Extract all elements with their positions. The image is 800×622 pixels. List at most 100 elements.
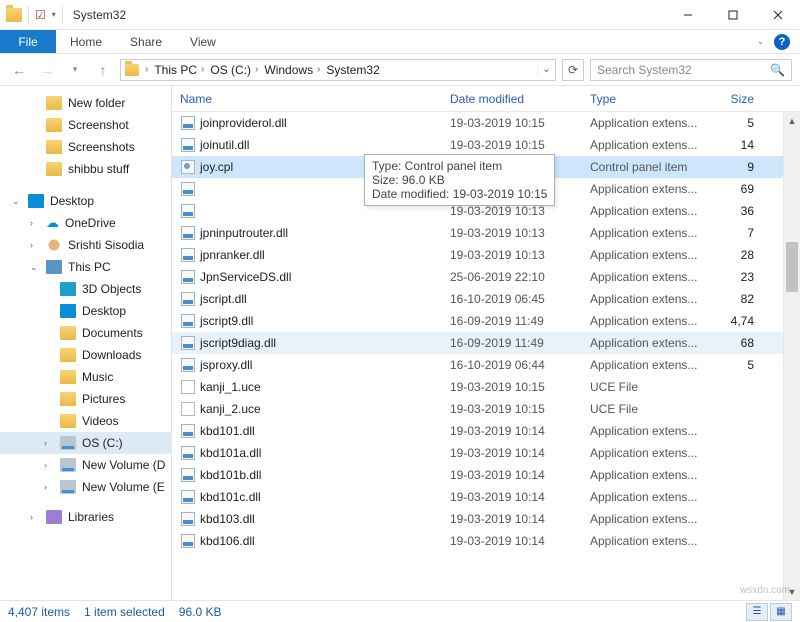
file-row[interactable]: kbd101b.dll19-03-2019 10:14Application e… xyxy=(172,464,800,486)
watermark: wsxdn.com xyxy=(740,585,790,596)
expand-icon[interactable]: › xyxy=(30,240,40,250)
view-thumbnails-button[interactable]: ▦ xyxy=(770,603,792,621)
file-name: kanji_1.uce xyxy=(200,380,261,394)
scroll-up-icon[interactable]: ▲ xyxy=(784,112,800,129)
tree-item[interactable]: ›☁OneDrive xyxy=(0,212,171,234)
file-size: 36 xyxy=(710,204,762,218)
file-size: 7 xyxy=(710,226,762,240)
column-header-name[interactable]: Name xyxy=(172,86,442,111)
file-row[interactable]: kbd101a.dll19-03-2019 10:14Application e… xyxy=(172,442,800,464)
scrollbar-thumb[interactable] xyxy=(786,242,798,292)
navigation-tree[interactable]: New folderScreenshotScreenshotsshibbu st… xyxy=(0,86,172,600)
file-size: 5 xyxy=(710,358,762,372)
check-icon[interactable]: ☑ xyxy=(35,8,46,22)
search-field[interactable] xyxy=(595,62,787,78)
address-dropdown-icon[interactable]: ⌄ xyxy=(537,64,555,75)
tree-item[interactable]: ›Libraries xyxy=(0,506,171,528)
file-type: Application extens... xyxy=(582,336,710,350)
ico-disk-icon xyxy=(60,436,76,450)
tree-item[interactable]: Documents xyxy=(0,322,171,344)
column-header-type[interactable]: Type xyxy=(582,86,710,111)
column-header-size[interactable]: Size xyxy=(710,86,762,111)
ico-user-icon xyxy=(46,238,62,252)
help-icon[interactable]: ? xyxy=(774,34,790,50)
tab-view[interactable]: View xyxy=(176,30,230,53)
file-row[interactable]: jscript9diag.dll16-09-2019 11:49Applicat… xyxy=(172,332,800,354)
file-row[interactable]: jpninputrouter.dll19-03-2019 10:13Applic… xyxy=(172,222,800,244)
minimize-button[interactable] xyxy=(665,0,710,30)
tree-item[interactable]: New folder xyxy=(0,92,171,114)
tree-item[interactable]: Desktop xyxy=(0,300,171,322)
address-bar[interactable]: › This PC› OS (C:)› Windows› System32 ⌄ xyxy=(120,59,556,81)
file-type: Application extens... xyxy=(582,292,710,306)
ico-folder-icon xyxy=(60,348,76,362)
file-type: Application extens... xyxy=(582,490,710,504)
refresh-button[interactable]: ⟳ xyxy=(562,59,584,81)
search-input[interactable]: 🔍 xyxy=(590,59,792,81)
recent-locations-button[interactable]: ▾ xyxy=(64,59,86,81)
breadcrumb[interactable]: This PC xyxy=(154,63,197,77)
file-row[interactable]: kanji_2.uce19-03-2019 10:15UCE File xyxy=(172,398,800,420)
view-details-button[interactable]: ☰ xyxy=(746,603,768,621)
file-row[interactable]: JpnServiceDS.dll25-06-2019 22:10Applicat… xyxy=(172,266,800,288)
file-row[interactable]: jscript.dll16-10-2019 06:45Application e… xyxy=(172,288,800,310)
tree-item[interactable]: ›New Volume (E xyxy=(0,476,171,498)
tab-home[interactable]: Home xyxy=(56,30,116,53)
file-type: Application extens... xyxy=(582,446,710,460)
maximize-button[interactable] xyxy=(710,0,755,30)
file-row[interactable]: kbd103.dll19-03-2019 10:14Application ex… xyxy=(172,508,800,530)
tree-item[interactable]: ›New Volume (D xyxy=(0,454,171,476)
file-row[interactable]: jpnranker.dll19-03-2019 10:13Application… xyxy=(172,244,800,266)
forward-button[interactable]: → xyxy=(36,59,58,81)
tree-item[interactable]: ⌄Desktop xyxy=(0,190,171,212)
breadcrumb[interactable]: OS (C:) xyxy=(210,63,251,77)
ribbon-collapse-icon[interactable]: ⌄ xyxy=(757,37,764,46)
tree-item[interactable]: Videos xyxy=(0,410,171,432)
close-button[interactable] xyxy=(755,0,800,30)
tree-item[interactable]: Screenshots xyxy=(0,136,171,158)
file-row[interactable]: jscript9.dll16-09-2019 11:49Application … xyxy=(172,310,800,332)
breadcrumb[interactable]: System32 xyxy=(326,63,379,77)
file-size: 68 xyxy=(710,336,762,350)
dll-file-icon xyxy=(181,116,195,130)
file-row[interactable]: kbd106.dll19-03-2019 10:14Application ex… xyxy=(172,530,800,552)
tab-share[interactable]: Share xyxy=(116,30,176,53)
tree-item[interactable]: Music xyxy=(0,366,171,388)
tree-item[interactable]: 3D Objects xyxy=(0,278,171,300)
file-type: Application extens... xyxy=(582,512,710,526)
file-row[interactable]: kbd101c.dll19-03-2019 10:14Application e… xyxy=(172,486,800,508)
expand-icon[interactable]: ⌄ xyxy=(30,262,40,273)
tree-item[interactable]: shibbu stuff xyxy=(0,158,171,180)
file-size: 5 xyxy=(710,116,762,130)
file-type: Application extens... xyxy=(582,116,710,130)
expand-icon[interactable]: › xyxy=(30,512,40,522)
breadcrumb[interactable]: Windows xyxy=(264,63,313,77)
back-button[interactable]: ← xyxy=(8,59,30,81)
tree-item[interactable]: ›OS (C:) xyxy=(0,432,171,454)
file-date: 19-03-2019 10:13 xyxy=(442,204,582,218)
expand-icon[interactable]: › xyxy=(30,218,40,228)
tree-item[interactable]: Downloads xyxy=(0,344,171,366)
up-button[interactable]: ↑ xyxy=(92,59,114,81)
tree-item[interactable]: ⌄This PC xyxy=(0,256,171,278)
cpl-file-icon xyxy=(181,160,195,174)
file-name: joinproviderol.dll xyxy=(200,116,287,130)
file-row[interactable]: joinutil.dll19-03-2019 10:15Application … xyxy=(172,134,800,156)
tree-item[interactable]: ›Srishti Sisodia xyxy=(0,234,171,256)
qat-dropdown-icon[interactable]: ▾ xyxy=(52,10,56,19)
expand-icon[interactable]: › xyxy=(44,482,54,492)
file-row[interactable]: kanji_1.uce19-03-2019 10:15UCE File xyxy=(172,376,800,398)
file-row[interactable]: jsproxy.dll16-10-2019 06:44Application e… xyxy=(172,354,800,376)
tree-item[interactable]: Pictures xyxy=(0,388,171,410)
expand-icon[interactable]: › xyxy=(44,460,54,470)
status-item-count: 4,407 items xyxy=(8,605,70,619)
file-menu-button[interactable]: File xyxy=(0,30,56,53)
file-row[interactable]: joinproviderol.dll19-03-2019 10:15Applic… xyxy=(172,112,800,134)
file-row[interactable]: kbd101.dll19-03-2019 10:14Application ex… xyxy=(172,420,800,442)
expand-icon[interactable]: ⌄ xyxy=(12,196,22,207)
column-header-date[interactable]: Date modified xyxy=(442,86,582,111)
file-list[interactable]: Name Date modified Type Size joinprovide… xyxy=(172,86,800,600)
expand-icon[interactable]: › xyxy=(44,438,54,448)
vertical-scrollbar[interactable]: ▲ ▼ xyxy=(783,112,800,600)
tree-item[interactable]: Screenshot xyxy=(0,114,171,136)
